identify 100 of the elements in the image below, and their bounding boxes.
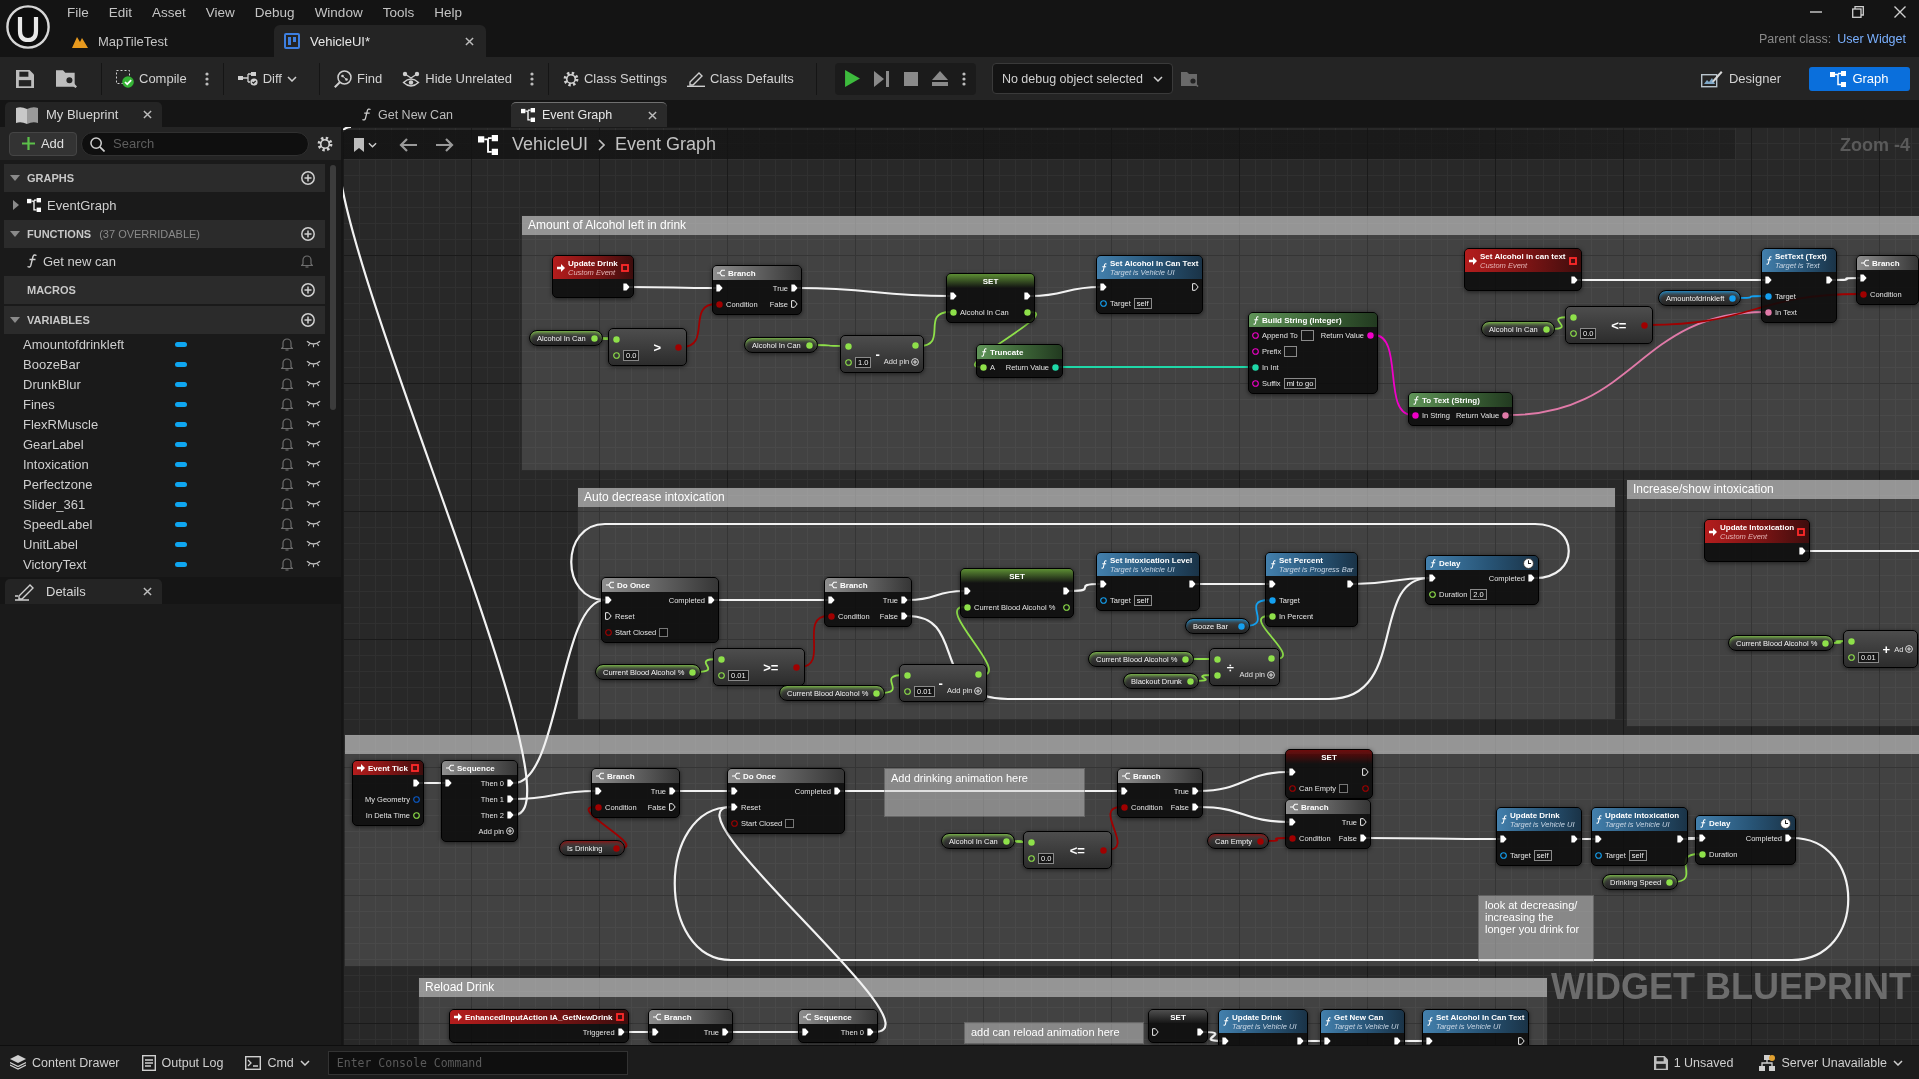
parent-class-link[interactable]: User Widget bbox=[1837, 32, 1906, 46]
output-log-button[interactable]: Output Log bbox=[133, 1049, 232, 1076]
more-icon[interactable] bbox=[961, 71, 966, 86]
data-pin-icon[interactable] bbox=[1367, 331, 1374, 339]
settings-icon[interactable] bbox=[317, 135, 333, 152]
data-pin-icon[interactable] bbox=[1252, 363, 1259, 371]
exec-pin-icon[interactable] bbox=[1192, 787, 1199, 795]
exec-pin-icon[interactable] bbox=[791, 284, 798, 292]
graph-canvas[interactable] bbox=[343, 127, 1919, 1045]
designer-mode-button[interactable]: Designer bbox=[1686, 66, 1795, 91]
comment-note[interactable]: add can reload animation here bbox=[964, 1022, 1144, 1044]
data-pin-icon[interactable] bbox=[1666, 878, 1674, 886]
exec-pin-icon[interactable] bbox=[1826, 276, 1833, 284]
exec-pin-icon[interactable] bbox=[1518, 1037, 1526, 1045]
exec-pin-icon[interactable] bbox=[1222, 1037, 1229, 1045]
bell-icon[interactable] bbox=[281, 477, 293, 491]
data-pin-icon[interactable] bbox=[1214, 655, 1221, 663]
close-icon[interactable] bbox=[143, 110, 152, 119]
exec-pin-icon[interactable] bbox=[1269, 580, 1276, 588]
exec-pin-icon[interactable] bbox=[1699, 834, 1706, 842]
exec-pin-icon[interactable] bbox=[1063, 587, 1070, 595]
graph-mode-button[interactable]: Graph bbox=[1809, 66, 1910, 91]
data-pin-icon[interactable] bbox=[1214, 671, 1221, 679]
section-header[interactable]: GRAPHS bbox=[4, 164, 325, 192]
data-pin-icon[interactable] bbox=[1028, 838, 1035, 846]
delegate-pin-icon[interactable] bbox=[1568, 256, 1577, 265]
eye-closed-icon[interactable] bbox=[306, 380, 321, 388]
exec-pin-icon[interactable] bbox=[617, 1028, 625, 1036]
close-icon[interactable] bbox=[648, 110, 657, 120]
menu-item[interactable]: Window bbox=[304, 4, 373, 20]
exec-pin-icon[interactable] bbox=[731, 803, 738, 811]
bell-icon[interactable] bbox=[281, 417, 293, 431]
variable-item[interactable]: DrunkBlur bbox=[4, 374, 325, 394]
exec-pin-icon[interactable] bbox=[1189, 580, 1196, 588]
exec-pin-icon[interactable] bbox=[1192, 803, 1199, 811]
exec-pin-icon[interactable] bbox=[507, 811, 514, 819]
bell-icon[interactable] bbox=[281, 517, 293, 531]
bell-icon[interactable] bbox=[281, 457, 293, 471]
search-field[interactable]: Search bbox=[81, 131, 309, 156]
checkbox[interactable] bbox=[1339, 783, 1349, 793]
add-icon[interactable] bbox=[301, 171, 315, 185]
exec-pin-icon[interactable] bbox=[1100, 283, 1107, 291]
exec-pin-icon[interactable] bbox=[802, 1028, 809, 1036]
data-pin-icon[interactable] bbox=[1269, 612, 1276, 620]
data-pin-icon[interactable] bbox=[964, 603, 971, 611]
data-pin-icon[interactable] bbox=[1238, 622, 1245, 630]
data-pin-icon[interactable] bbox=[1100, 299, 1107, 307]
exec-pin-icon[interactable] bbox=[722, 1028, 729, 1036]
exec-pin-icon[interactable] bbox=[1785, 834, 1792, 842]
close-icon[interactable] bbox=[1894, 6, 1906, 18]
menu-item[interactable]: View bbox=[195, 4, 245, 20]
variable-item[interactable]: BoozeBar bbox=[4, 354, 325, 374]
exec-pin-icon[interactable] bbox=[791, 300, 798, 308]
scrollbar-thumb[interactable] bbox=[330, 165, 336, 410]
document-tab[interactable]: VehicleUI* bbox=[274, 25, 486, 57]
exec-pin-icon[interactable] bbox=[964, 587, 971, 595]
exec-pin-icon[interactable] bbox=[1677, 835, 1684, 843]
exec-pin-icon[interactable] bbox=[1799, 547, 1807, 555]
variable-item[interactable]: Amountofdrinkleft bbox=[4, 334, 325, 354]
data-pin-icon[interactable] bbox=[1765, 308, 1772, 316]
data-pin-icon[interactable] bbox=[689, 668, 697, 676]
delegate-pin-icon[interactable] bbox=[1797, 527, 1806, 536]
data-pin-icon[interactable] bbox=[873, 689, 881, 697]
add-icon[interactable] bbox=[301, 313, 315, 327]
variable-item[interactable]: GearLabel bbox=[4, 434, 325, 454]
data-pin-icon[interactable] bbox=[1699, 850, 1706, 858]
bell-icon[interactable] bbox=[281, 397, 293, 411]
more-icon[interactable] bbox=[204, 71, 209, 86]
delegate-pin-icon[interactable] bbox=[615, 1013, 624, 1021]
exec-pin-icon[interactable] bbox=[1360, 834, 1367, 842]
find-button[interactable]: Find bbox=[327, 62, 389, 95]
caret-icon[interactable] bbox=[13, 200, 19, 210]
data-pin-icon[interactable] bbox=[1502, 411, 1510, 419]
section-header[interactable]: VARIABLES bbox=[4, 306, 325, 334]
data-pin-icon[interactable] bbox=[613, 335, 620, 343]
exec-pin-icon[interactable] bbox=[1429, 574, 1436, 582]
menu-item[interactable]: Tools bbox=[372, 4, 425, 20]
eye-closed-icon[interactable] bbox=[306, 560, 321, 568]
variable-item[interactable]: FlexRMuscle bbox=[4, 414, 325, 434]
exec-pin-icon[interactable] bbox=[1152, 1028, 1159, 1036]
exec-pin-icon[interactable] bbox=[867, 1028, 874, 1036]
bell-icon[interactable] bbox=[281, 357, 293, 371]
exec-pin-icon[interactable] bbox=[1360, 818, 1367, 826]
data-pin-icon[interactable] bbox=[1729, 294, 1737, 302]
graph-item[interactable]: EventGraph bbox=[4, 192, 325, 218]
exec-pin-icon[interactable] bbox=[1860, 274, 1867, 282]
data-pin-icon[interactable] bbox=[975, 671, 983, 678]
data-pin-icon[interactable] bbox=[718, 655, 725, 663]
exec-pin-icon[interactable] bbox=[1289, 818, 1296, 826]
variable-item[interactable]: Slider_361 bbox=[4, 494, 325, 514]
variable-item[interactable]: VictoryText bbox=[4, 554, 325, 574]
breadcrumb-link[interactable]: Event Graph bbox=[615, 134, 717, 155]
exec-pin-icon[interactable] bbox=[595, 787, 602, 795]
eye-closed-icon[interactable] bbox=[306, 400, 321, 408]
bell-icon[interactable] bbox=[281, 377, 293, 391]
exec-pin-icon[interactable] bbox=[1197, 1028, 1204, 1036]
document-tab[interactable]: MapTileTest bbox=[62, 25, 274, 57]
add-icon[interactable] bbox=[301, 227, 315, 241]
save-icon[interactable] bbox=[16, 69, 34, 88]
data-pin-icon[interactable] bbox=[1848, 637, 1855, 645]
